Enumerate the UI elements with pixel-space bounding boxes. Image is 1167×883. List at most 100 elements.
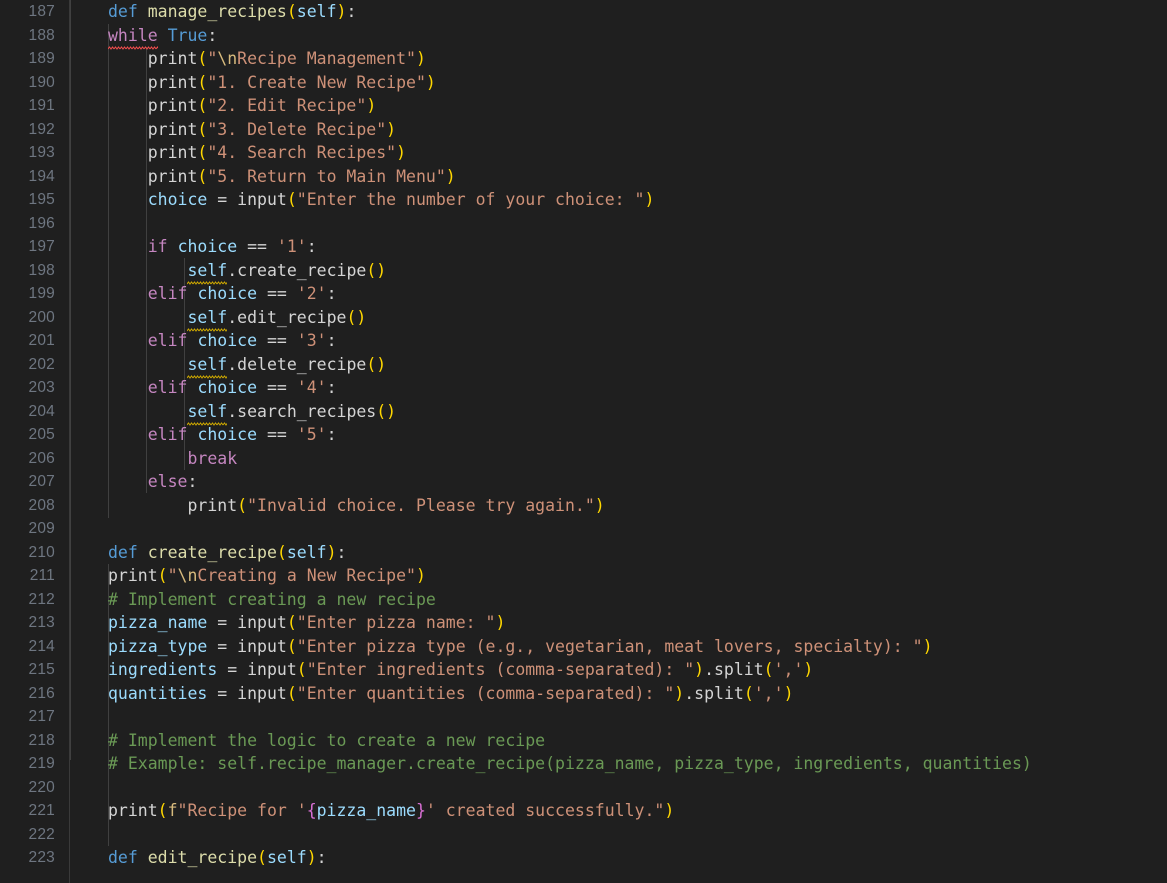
line-number: 222 [28,825,55,843]
token-colon: : [326,378,337,397]
code-line-200[interactable]: self.edit_recipe() [108,306,1167,332]
code-line-198[interactable]: self.create_recipe() [108,259,1167,285]
token-string: Recipe Management" [237,49,416,68]
token-string: "Invalid choice. Please try again." [247,495,595,515]
token-paren: ( [197,96,208,115]
token-keyword-def: def [108,848,138,867]
token-function-name: create_recipe [147,542,277,562]
line-number: 198 [28,261,55,279]
token-paren: ) [415,49,426,68]
token-paren: ( [197,49,208,68]
code-line-197[interactable]: if choice == '1': [108,235,1167,259]
code-line-196[interactable] [108,212,1167,236]
token-paren: ( [286,2,297,21]
code-line-205[interactable]: elif choice == '5': [108,423,1167,447]
token-string: "4. Search Recipes" [207,143,397,162]
code-line-222[interactable] [108,823,1167,847]
line-number: 195 [28,191,55,208]
code-line-192[interactable]: print("3. Delete Recipe") [108,118,1167,142]
code-line-220[interactable] [108,776,1167,800]
token-self: self [187,259,227,285]
token-paren: ) [366,96,377,115]
code-line-223[interactable]: def edit_recipe(self): [108,846,1167,870]
token-self: self [187,400,227,426]
token-string: "Enter the number of your choice: " [296,190,645,209]
token-paren: () [346,307,367,327]
token-paren: ( [286,636,297,656]
token-keyword-def: def [108,542,138,562]
line-number: 211 [29,567,55,584]
line-number: 202 [28,355,55,373]
line-number: 188 [28,26,55,44]
code-line-221[interactable]: print(f"Recipe for '{pizza_name}' create… [108,799,1167,823]
code-line-195[interactable]: choice = input("Enter the number of your… [108,188,1167,212]
code-line-188[interactable]: while True: [108,24,1167,50]
code-line-219[interactable]: # Example: self.recipe_manager.create_re… [108,752,1167,776]
token-keyword-elif: elif [147,425,188,444]
line-number: 212 [28,590,55,608]
code-content[interactable]: def manage_recipes(self): while True: pr… [70,0,1167,883]
token-paren: ) [336,2,347,21]
token-string: ',' [773,660,804,679]
code-line-211[interactable]: print("\nCreating a New Recipe") [108,564,1167,588]
line-number: 199 [28,285,55,302]
line-number: 207 [28,473,55,490]
token-variable-choice: choice [177,237,238,256]
code-line-206[interactable]: break [108,447,1167,471]
code-line-194[interactable]: print("5. Return to Main Menu") [108,165,1167,189]
token-paren: ) [396,143,407,162]
token-comment: # Implement the logic to create a new re… [108,730,546,750]
code-line-208[interactable]: print("Invalid choice. Please try again.… [108,494,1167,518]
code-line-189[interactable]: print("\nRecipe Management") [108,47,1167,71]
line-number: 194 [28,167,55,185]
code-line-187[interactable]: def manage_recipes(self): [108,0,1167,24]
token-variable-pizza-name: pizza_name [316,801,416,820]
code-line-191[interactable]: print("2. Edit Recipe") [108,94,1167,118]
token-function-name: manage_recipes [147,2,287,21]
code-line-217[interactable] [108,705,1167,729]
code-line-218[interactable]: # Implement the logic to create a new re… [108,729,1167,753]
token-operator-eq: == [247,237,267,256]
code-line-215[interactable]: ingredients = input("Enter ingredients (… [108,658,1167,682]
token-variable-quantities: quantities [108,683,208,703]
token-call-search-recipes: search_recipes [237,401,377,421]
code-line-201[interactable]: elif choice == '3': [108,329,1167,353]
code-line-190[interactable]: print("1. Create New Recipe") [108,71,1167,95]
token-colon: : [316,848,327,867]
token-paren: ( [257,848,267,867]
code-line-207[interactable]: else: [108,470,1167,494]
token-keyword-elif: elif [147,331,188,350]
line-number: 191 [28,97,55,114]
token-call-split: split [694,683,744,703]
line-number: 208 [28,496,55,514]
code-line-213[interactable]: pizza_name = input("Enter pizza name: ") [108,611,1167,635]
code-line-204[interactable]: self.search_recipes() [108,400,1167,426]
token-keyword-else: else [147,472,188,491]
token-fstring-brace: { [306,801,317,820]
token-boolean-true: True [167,25,208,45]
token-function-name: edit_recipe [147,848,258,867]
code-line-216[interactable]: quantities = input("Enter quantities (co… [108,682,1167,706]
token-call-print: print [147,96,198,115]
token-variable-ingredients: ingredients [108,660,218,679]
token-paren: ( [197,166,208,186]
token-call-print: print [147,72,198,92]
token-string: "2. Edit Recipe" [207,96,367,115]
token-operator-eq: == [266,331,287,350]
line-number: 203 [28,379,55,396]
token-paren: ) [386,119,397,139]
code-line-203[interactable]: elif choice == '4': [108,376,1167,400]
code-line-210[interactable]: def create_recipe(self): [108,541,1167,565]
token-dot: . [227,307,238,327]
code-line-193[interactable]: print("4. Search Recipes") [108,141,1167,165]
code-line-214[interactable]: pizza_type = input("Enter pizza type (e.… [108,635,1167,659]
line-number: 196 [28,214,55,232]
line-number: 190 [28,73,55,91]
code-line-199[interactable]: elif choice == '2': [108,282,1167,306]
code-line-212[interactable]: # Implement creating a new recipe [108,588,1167,612]
token-paren: ( [197,72,208,92]
code-editor[interactable]: 187 188 189 190 191 192 193 194 195 196 … [0,0,1167,883]
line-number: 206 [28,449,55,467]
code-line-209[interactable] [108,517,1167,541]
code-line-202[interactable]: self.delete_recipe() [108,353,1167,379]
